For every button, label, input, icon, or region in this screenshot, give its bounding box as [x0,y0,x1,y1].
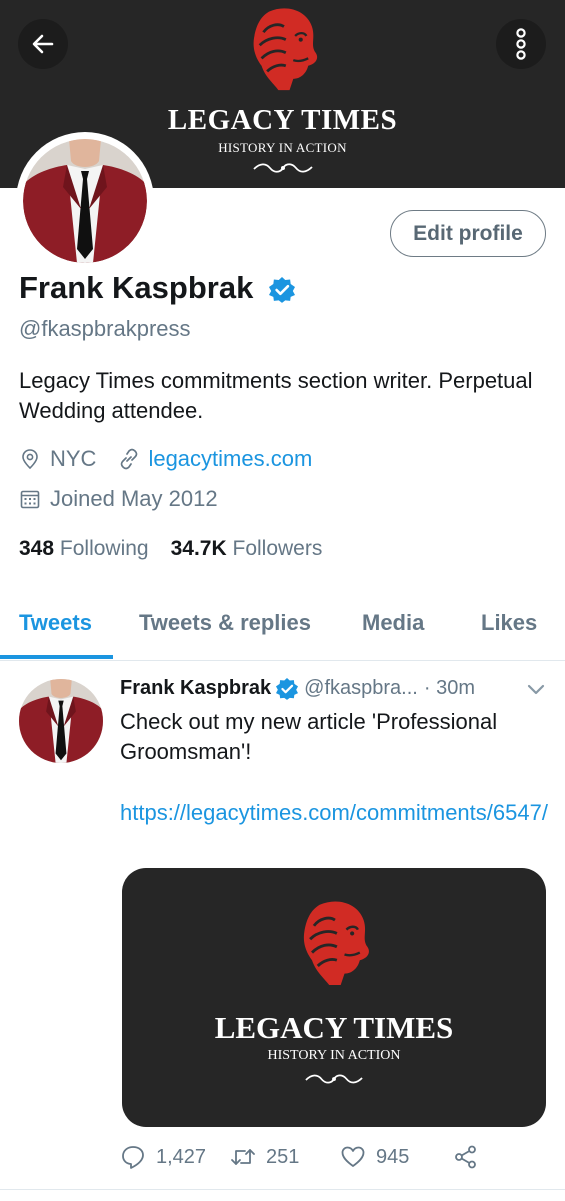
tweet-timestamp: · 30m [423,677,475,699]
tweet-text: Check out my new article 'Professional G… [120,709,498,764]
tweet-author-name[interactable]: Frank Kaspbrak [120,677,271,700]
profile-avatar[interactable] [16,132,154,270]
share-button[interactable] [453,1144,489,1170]
verified-badge-icon [269,277,295,303]
like-count: 945 [376,1145,410,1168]
profile-tabs: Tweets Tweets & replies Media Likes [0,590,565,661]
tab-media[interactable]: Media [362,610,424,636]
lion-logo-icon [252,7,319,92]
following-count: 348 [19,537,55,560]
profile-meta-joined-row: Joined May 2012 [19,486,218,512]
retweet-button[interactable]: 251 [230,1144,299,1170]
more-options-button[interactable] [496,19,546,69]
profile-bio: Legacy Times commitments section writer.… [19,368,533,423]
flourish-icon [305,1074,363,1084]
tweet-author-handle: @fkaspbra... [304,677,418,699]
tweet-header: Frank Kaspbrak @fkaspbra... · 30m [120,677,550,700]
tweet-author-avatar[interactable] [19,679,103,763]
lion-logo-icon [302,900,371,987]
media-tagline: HISTORY IN ACTION [267,1048,401,1063]
tweet-actions: 1,427 251 945 [120,1144,550,1176]
media-brand-name: LEGACY TIMES [214,1010,454,1045]
reply-icon [122,1146,144,1169]
chevron-down-icon[interactable] [526,683,546,697]
retweet-icon [231,1149,255,1165]
active-tab-indicator [0,655,113,659]
profile-website-link[interactable]: legacytimes.com [148,446,312,472]
profile-joined-date: Joined May 2012 [50,486,218,511]
retweet-count: 251 [266,1145,300,1168]
edit-profile-button[interactable]: Edit profile [390,210,546,257]
link-icon [121,448,138,470]
arrow-left-icon [32,34,54,54]
following-label: Following [59,537,149,560]
profile-handle: @fkaspbrakpress [19,316,191,341]
tweet-media-card[interactable]: LEGACY TIMES HISTORY IN ACTION [122,868,546,1127]
reply-count: 1,427 [156,1145,207,1168]
reply-button[interactable]: 1,427 [120,1144,206,1170]
flourish-icon [253,163,313,173]
avatar-photo [19,679,103,763]
followers-count: 34.7K [170,537,227,560]
tab-likes[interactable]: Likes [481,610,537,636]
share-icon [455,1145,476,1169]
display-name: Frank Kaspbrak [19,270,254,305]
like-button[interactable]: 945 [340,1144,409,1170]
profile-meta-location-row: NYC legacytimes.com [19,446,312,472]
following-stat[interactable]: 348 Following [19,537,149,560]
heart-icon [341,1146,365,1167]
avatar-photo [23,139,147,263]
calendar-icon [20,490,40,509]
follow-stats: 348 Following 34.7K Followers [19,537,322,561]
back-button[interactable] [18,19,68,69]
tweet-link[interactable]: https://legacytimes.com/commitments/6547… [120,798,550,828]
feed-divider [0,1189,565,1201]
followers-label: Followers [232,537,323,560]
location-pin-icon [22,449,38,470]
tab-tweets[interactable]: Tweets [19,610,92,636]
followers-stat[interactable]: 34.7K Followers [171,537,323,560]
verified-badge-icon [276,677,299,700]
tab-tweets-and-replies[interactable]: Tweets & replies [139,610,311,636]
profile-location: NYC [50,446,97,471]
more-vertical-icon [516,28,526,60]
